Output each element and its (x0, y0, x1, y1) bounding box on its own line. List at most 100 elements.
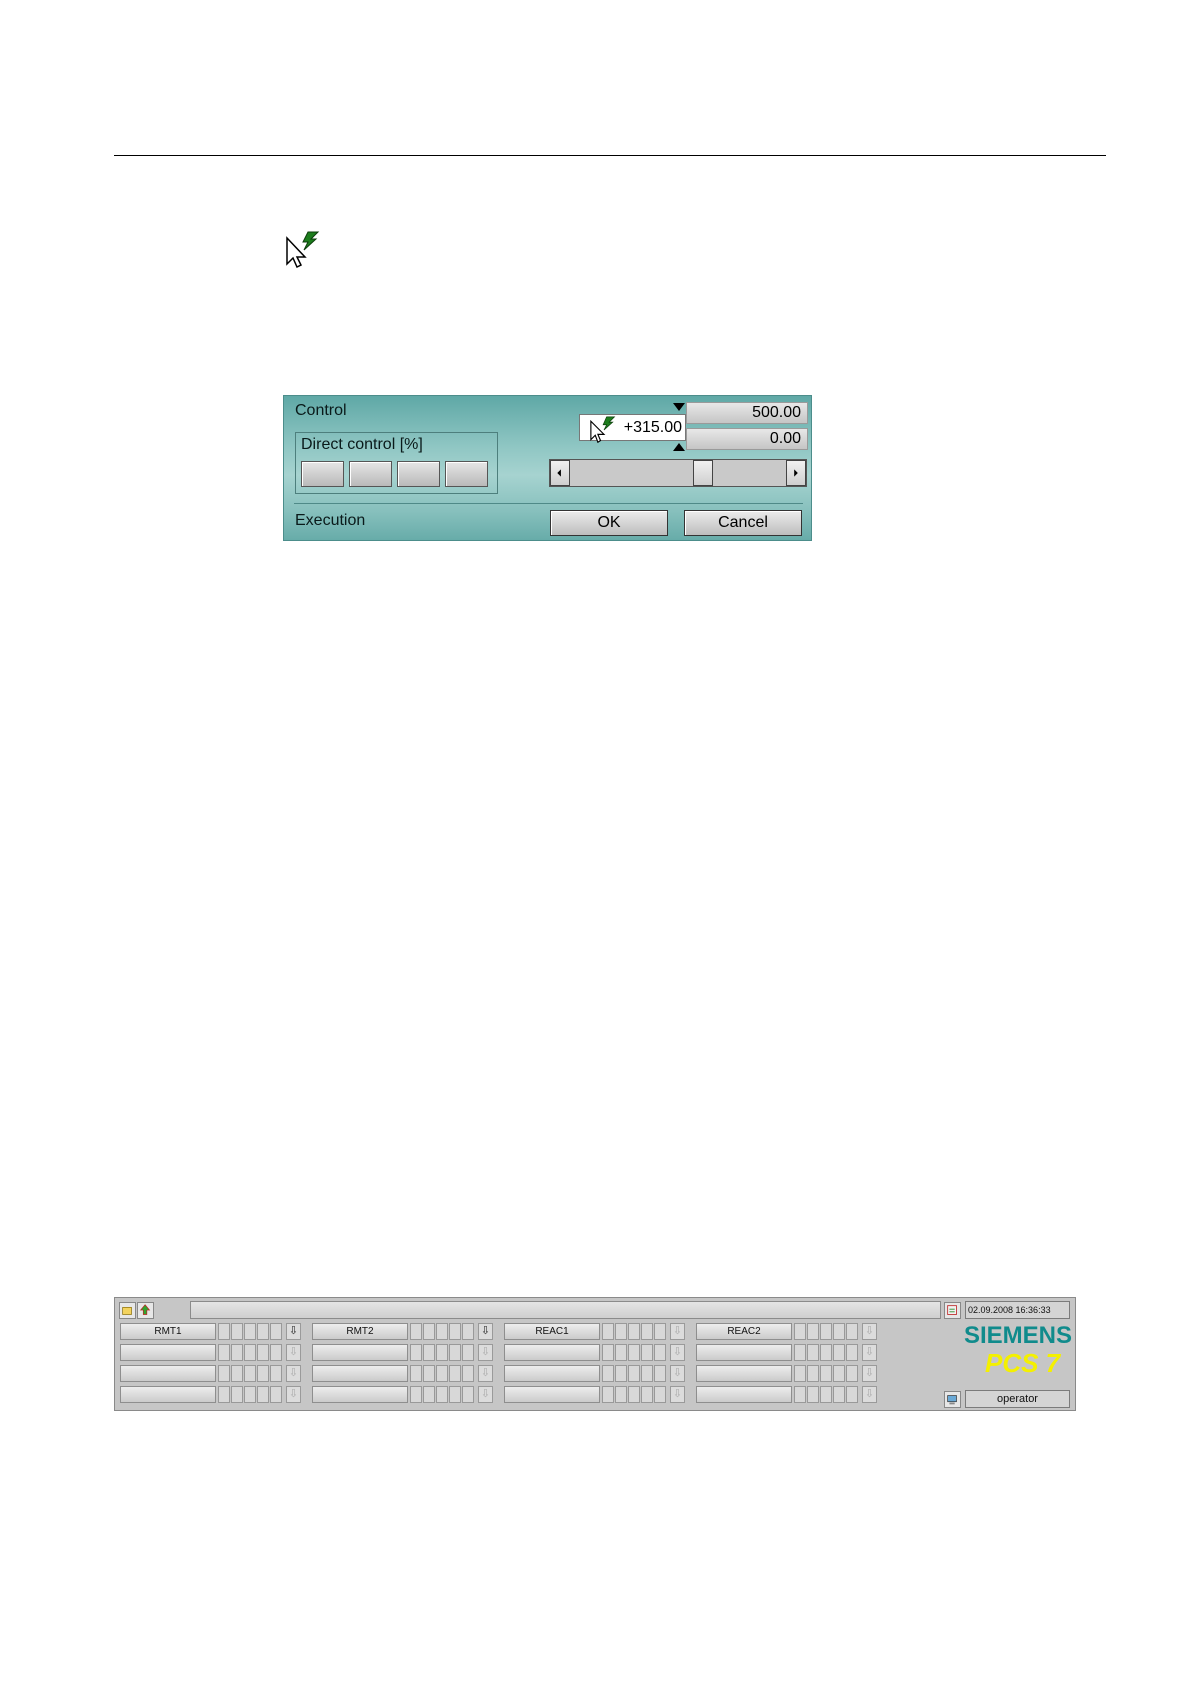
area-down-arrow-icon[interactable]: ⇩ (478, 1386, 493, 1403)
alarm-indicator-cell[interactable] (628, 1365, 640, 1382)
login-icon[interactable] (944, 1391, 961, 1408)
area-button-empty[interactable] (312, 1386, 408, 1403)
alarm-indicator-cell[interactable] (654, 1323, 666, 1340)
alarm-indicator-cell[interactable] (270, 1365, 282, 1382)
area-button-4[interactable]: REAC2 (696, 1323, 792, 1340)
alarm-indicator-cell[interactable] (602, 1386, 614, 1403)
alarm-indicator-cell[interactable] (257, 1344, 269, 1361)
alarm-indicator-cell[interactable] (423, 1386, 435, 1403)
alarm-indicator-cell[interactable] (628, 1323, 640, 1340)
area-down-arrow-icon[interactable]: ⇩ (670, 1365, 685, 1382)
area-down-arrow-icon[interactable]: ⇩ (478, 1323, 493, 1340)
setpoint-input[interactable]: +315.00 (579, 414, 686, 444)
alarm-indicator-cell[interactable] (462, 1323, 474, 1340)
area-button-empty[interactable] (504, 1344, 600, 1361)
alarm-indicator-cell[interactable] (654, 1365, 666, 1382)
alarm-indicator-cell[interactable] (231, 1323, 243, 1340)
area-button-empty[interactable] (120, 1365, 216, 1382)
alarm-indicator-cell[interactable] (654, 1386, 666, 1403)
alarm-indicator-cell[interactable] (231, 1344, 243, 1361)
area-down-arrow-icon[interactable]: ⇩ (478, 1365, 493, 1382)
alarm-indicator-cell[interactable] (833, 1323, 845, 1340)
alarm-indicator-cell[interactable] (231, 1365, 243, 1382)
alarm-indicator-cell[interactable] (833, 1365, 845, 1382)
slider-left-button[interactable] (550, 460, 570, 486)
alarm-indicator-cell[interactable] (820, 1365, 832, 1382)
alarm-indicator-cell[interactable] (794, 1323, 806, 1340)
alarm-indicator-cell[interactable] (833, 1386, 845, 1403)
alarm-indicator-cell[interactable] (410, 1365, 422, 1382)
alarm-indicator-cell[interactable] (436, 1386, 448, 1403)
alarm-indicator-cell[interactable] (602, 1344, 614, 1361)
alarm-indicator-cell[interactable] (462, 1386, 474, 1403)
area-button-empty[interactable] (120, 1344, 216, 1361)
alarm-indicator-cell[interactable] (654, 1344, 666, 1361)
alarm-indicator-cell[interactable] (449, 1323, 461, 1340)
alarm-indicator-cell[interactable] (641, 1323, 653, 1340)
alarm-indicator-cell[interactable] (602, 1323, 614, 1340)
alarm-indicator-cell[interactable] (641, 1365, 653, 1382)
alarm-indicator-cell[interactable] (628, 1386, 640, 1403)
alarm-indicator-cell[interactable] (244, 1344, 256, 1361)
alarm-indicator-cell[interactable] (244, 1386, 256, 1403)
up-arrow-icon[interactable] (137, 1302, 154, 1319)
area-down-arrow-icon[interactable]: ⇩ (862, 1365, 877, 1382)
area-down-arrow-icon[interactable]: ⇩ (670, 1344, 685, 1361)
alarm-indicator-cell[interactable] (423, 1344, 435, 1361)
area-down-arrow-icon[interactable]: ⇩ (862, 1323, 877, 1340)
alarm-indicator-cell[interactable] (270, 1344, 282, 1361)
ok-button[interactable]: OK (550, 510, 668, 536)
alarm-indicator-cell[interactable] (615, 1344, 627, 1361)
alarm-indicator-cell[interactable] (794, 1365, 806, 1382)
folder-icon[interactable] (119, 1302, 136, 1319)
alarm-indicator-cell[interactable] (410, 1344, 422, 1361)
area-button-empty[interactable] (696, 1344, 792, 1361)
alarm-indicator-cell[interactable] (410, 1386, 422, 1403)
alarm-indicator-cell[interactable] (218, 1365, 230, 1382)
alarm-list-icon[interactable] (944, 1302, 961, 1319)
alarm-indicator-cell[interactable] (846, 1323, 858, 1340)
area-down-arrow-icon[interactable]: ⇩ (670, 1386, 685, 1403)
area-button-empty[interactable] (504, 1386, 600, 1403)
alarm-indicator-cell[interactable] (270, 1323, 282, 1340)
alarm-indicator-cell[interactable] (820, 1386, 832, 1403)
area-down-arrow-icon[interactable]: ⇩ (862, 1386, 877, 1403)
alarm-indicator-cell[interactable] (794, 1344, 806, 1361)
alarm-indicator-cell[interactable] (846, 1344, 858, 1361)
area-button-empty[interactable] (504, 1365, 600, 1382)
slider-thumb[interactable] (693, 460, 714, 486)
setpoint-slider[interactable] (549, 459, 807, 487)
area-down-arrow-icon[interactable]: ⇩ (670, 1323, 685, 1340)
alarm-indicator-cell[interactable] (218, 1386, 230, 1403)
alarm-indicator-cell[interactable] (833, 1344, 845, 1361)
direct-control-button-2[interactable] (349, 461, 392, 487)
direct-control-button-3[interactable] (397, 461, 440, 487)
alarm-indicator-cell[interactable] (628, 1344, 640, 1361)
area-button-3[interactable]: REAC1 (504, 1323, 600, 1340)
cancel-button[interactable]: Cancel (684, 510, 802, 536)
area-button-2[interactable]: RMT2 (312, 1323, 408, 1340)
message-line[interactable] (190, 1301, 941, 1319)
alarm-indicator-cell[interactable] (449, 1365, 461, 1382)
area-down-arrow-icon[interactable]: ⇩ (478, 1344, 493, 1361)
area-down-arrow-icon[interactable]: ⇩ (286, 1365, 301, 1382)
alarm-indicator-cell[interactable] (846, 1365, 858, 1382)
alarm-indicator-cell[interactable] (462, 1365, 474, 1382)
alarm-indicator-cell[interactable] (436, 1344, 448, 1361)
alarm-indicator-cell[interactable] (410, 1323, 422, 1340)
area-button-empty[interactable] (120, 1386, 216, 1403)
area-button-empty[interactable] (696, 1386, 792, 1403)
alarm-indicator-cell[interactable] (218, 1323, 230, 1340)
area-down-arrow-icon[interactable]: ⇩ (286, 1344, 301, 1361)
alarm-indicator-cell[interactable] (807, 1386, 819, 1403)
alarm-indicator-cell[interactable] (807, 1344, 819, 1361)
alarm-indicator-cell[interactable] (615, 1365, 627, 1382)
alarm-indicator-cell[interactable] (231, 1386, 243, 1403)
alarm-indicator-cell[interactable] (436, 1365, 448, 1382)
area-button-empty[interactable] (312, 1365, 408, 1382)
alarm-indicator-cell[interactable] (257, 1365, 269, 1382)
alarm-indicator-cell[interactable] (820, 1323, 832, 1340)
alarm-indicator-cell[interactable] (462, 1344, 474, 1361)
alarm-indicator-cell[interactable] (807, 1365, 819, 1382)
alarm-indicator-cell[interactable] (257, 1386, 269, 1403)
